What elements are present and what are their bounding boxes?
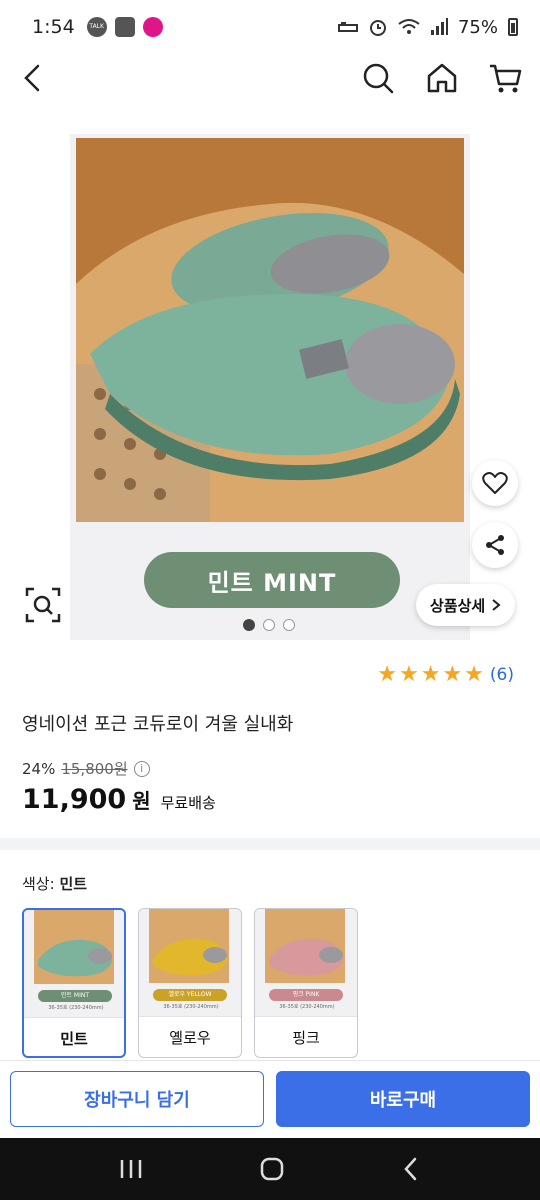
pagination-dot[interactable] [263, 619, 275, 631]
star-icon: ★ [464, 662, 484, 687]
discount-rate: 24% [22, 759, 56, 778]
option-thumbnail: 민트 MINT 36-35호 (230-240mm) [24, 910, 124, 1018]
home-icon[interactable] [422, 58, 462, 98]
discount-row: 24% 15,800원 i [22, 758, 150, 779]
review-count[interactable]: (6) [490, 665, 514, 685]
cart-icon[interactable] [486, 58, 526, 98]
option-badge: 민트 MINT [38, 990, 112, 1002]
option-name: 옐로우 [169, 1028, 211, 1047]
alarm-icon [369, 20, 386, 36]
option-slipper-image [265, 909, 345, 983]
star-icon: ★ [420, 662, 441, 687]
sleep-icon [337, 22, 358, 32]
color-badge: 민트 MINT [144, 552, 400, 608]
share-button[interactable] [472, 522, 518, 568]
heart-icon [482, 472, 508, 494]
buy-now-button[interactable]: 바로구매 [276, 1071, 530, 1127]
option-slipper-image [34, 910, 114, 984]
status-time: 1:54 [32, 16, 75, 38]
product-detail-label: 상품상세 [430, 596, 486, 615]
status-bar: 1:54 TALK 75% [0, 0, 540, 54]
shipping-info: 무료배송 [160, 794, 216, 812]
rating[interactable]: ★ ★ ★ ★ ★ (6) [377, 664, 514, 686]
price-row: 11,900 원 무료배송 [22, 784, 216, 815]
selected-color: 민트 [59, 875, 88, 893]
star-icon: ★ [377, 662, 397, 687]
action-bar: 장바구니 담기 바로구매 [0, 1060, 540, 1138]
option-name: 핑크 [292, 1028, 320, 1047]
original-price: 15,800원 [61, 760, 128, 778]
image-search-icon[interactable] [24, 586, 62, 624]
gallery-icon [114, 17, 135, 37]
color-label-text: 색상: [22, 875, 55, 893]
top-nav [0, 54, 540, 102]
recent-apps-icon[interactable] [118, 1158, 144, 1180]
option-size: 36-35호 (230-240mm) [48, 1005, 104, 1011]
color-option-label: 색상: 민트 [22, 873, 87, 894]
option-badge: 핑크 PINK [269, 989, 343, 1001]
color-option-mint[interactable]: 민트 MINT 36-35호 (230-240mm) 민트 [22, 908, 126, 1058]
color-options: 민트 MINT 36-35호 (230-240mm) 민트 옐로우 YELLOW… [22, 908, 358, 1058]
talk-icon: TALK [86, 17, 107, 37]
add-to-cart-button[interactable]: 장바구니 담기 [10, 1071, 264, 1127]
slipper-photo [76, 138, 464, 522]
color-option-pink[interactable]: 핑크 PINK 36-35호 (230-240mm) 핑크 [254, 908, 358, 1058]
wishlist-button[interactable] [472, 460, 518, 506]
back-nav-icon[interactable] [400, 1156, 422, 1182]
pagination-dot[interactable] [243, 619, 255, 631]
product-image[interactable]: 민트 MINT [70, 134, 470, 640]
product-title: 영네이션 포근 코듀로이 겨울 실내화 [22, 714, 294, 735]
star-icon: ★ [442, 662, 463, 687]
pagination-dot[interactable] [283, 619, 295, 631]
chevron-right-icon [492, 599, 501, 611]
app-icon [142, 17, 163, 37]
option-name: 민트 [60, 1029, 88, 1048]
color-option-yellow[interactable]: 옐로우 YELLOW 36-35호 (230-240mm) 옐로우 [138, 908, 242, 1058]
back-icon[interactable] [16, 60, 52, 96]
image-pagination [243, 619, 295, 631]
option-thumbnail: 옐로우 YELLOW 36-35호 (230-240mm) [139, 909, 241, 1017]
share-icon [486, 535, 504, 555]
sale-price: 11,900 [22, 784, 127, 815]
option-slipper-image [149, 909, 229, 983]
signal-icon [430, 18, 448, 35]
section-divider [0, 838, 540, 850]
battery-percent: 75% [457, 16, 498, 38]
option-size: 36-35호 (230-240mm) [279, 1004, 335, 1010]
wifi-icon [398, 19, 420, 34]
option-size: 36-35호 (230-240mm) [163, 1004, 219, 1010]
currency: 원 [132, 789, 151, 813]
product-detail-button[interactable]: 상품상세 [416, 584, 516, 626]
info-icon[interactable]: i [133, 760, 150, 777]
system-nav-bar [0, 1138, 540, 1200]
star-icon: ★ [398, 662, 419, 687]
home-nav-icon[interactable] [259, 1156, 285, 1182]
option-thumbnail: 핑크 PINK 36-35호 (230-240mm) [255, 909, 357, 1017]
search-icon[interactable] [358, 58, 398, 98]
option-badge: 옐로우 YELLOW [153, 989, 227, 1001]
battery-icon [508, 18, 518, 36]
